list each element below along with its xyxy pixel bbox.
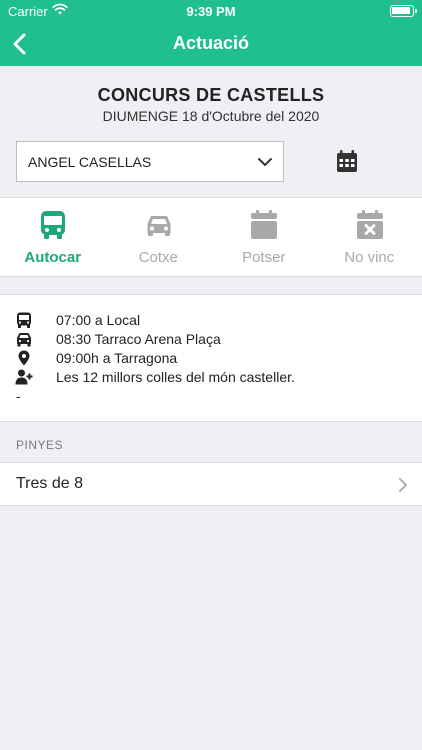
status-bar: Carrier 9:39 PM (0, 0, 422, 22)
info-text: 07:00 a Local (56, 312, 141, 328)
event-info-card: 07:00 a Local 08:30 Tarraco Arena Plaça … (0, 294, 422, 422)
transport-options: Autocar Cotxe Potser No vinc (0, 197, 422, 277)
member-select[interactable]: ANGEL CASELLAS (16, 141, 284, 182)
transport-option-label: No vinc (344, 249, 395, 266)
member-select-value: ANGEL CASELLAS (28, 154, 152, 170)
info-extra-text: - (16, 388, 21, 404)
info-row-car: 08:30 Tarraco Arena Plaça (0, 330, 422, 349)
info-text: 08:30 Tarraco Arena Plaça (56, 331, 221, 347)
section-header-pinyes: PINYES (16, 438, 64, 452)
battery-icon (390, 5, 417, 17)
bus-icon (17, 312, 31, 328)
car-icon (147, 216, 170, 236)
bus-icon (41, 211, 65, 239)
transport-option-label: Cotxe (138, 249, 178, 266)
info-text: Les 12 millors colles del món casteller. (56, 369, 295, 385)
page-title: Actuació (172, 33, 250, 53)
info-row-location: 09:00h a Tarragona (0, 349, 422, 368)
info-text: 09:00h a Tarragona (56, 350, 178, 366)
chevron-right-icon (399, 478, 407, 492)
map-marker-icon (18, 350, 30, 366)
list-item-label: Tres de 8 (16, 475, 83, 492)
info-row-departure: 07:00 a Local (0, 311, 422, 330)
transport-option-label: Potser (242, 249, 286, 266)
event-date: DIUMENGE 18 d'Octubre del 2020 (102, 108, 320, 124)
list-item-pinya[interactable]: Tres de 8 (0, 462, 422, 506)
calendar-icon (251, 210, 277, 239)
user-plus-icon (15, 369, 33, 385)
transport-option-autocar[interactable]: Autocar (0, 198, 106, 276)
calendar-times-icon (356, 210, 383, 239)
info-row-description: Les 12 millors colles del món casteller. (0, 368, 422, 387)
status-time: 9:39 PM (186, 4, 236, 19)
transport-option-label: Autocar (24, 249, 82, 266)
transport-option-potser[interactable]: Potser (211, 198, 317, 276)
transport-option-cotxe[interactable]: Cotxe (106, 198, 212, 276)
chevron-down-icon (258, 158, 272, 166)
calendar-icon[interactable] (334, 148, 360, 174)
car-icon (17, 333, 31, 347)
event-title: CONCURS DE CASTELLS (97, 85, 325, 105)
transport-option-no-vinc[interactable]: No vinc (317, 198, 422, 276)
navigation-bar: Actuació (0, 22, 422, 66)
